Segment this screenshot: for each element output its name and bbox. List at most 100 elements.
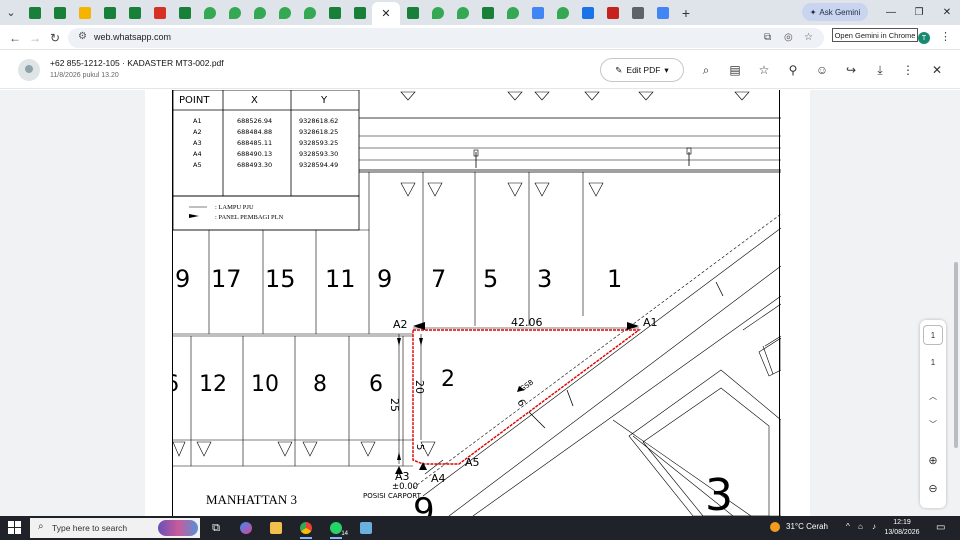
table-cell: 9328594.49 xyxy=(299,161,338,169)
weather-text[interactable]: 31°C Cerah xyxy=(786,522,828,531)
maps-icon xyxy=(203,6,216,19)
sheets-icon xyxy=(178,6,191,19)
browser-tab[interactable] xyxy=(425,2,450,24)
lot-number: 7 xyxy=(431,265,446,293)
table-header: Y xyxy=(320,95,328,106)
weather-icon[interactable] xyxy=(770,522,780,532)
omnibox[interactable]: ⚙ web.whatsapp.com ⧉ ◎ ☆ xyxy=(68,28,824,48)
url-text[interactable]: web.whatsapp.com xyxy=(94,32,171,42)
close-window-button[interactable]: ✕ xyxy=(932,0,960,25)
block-number: 3 xyxy=(705,470,733,516)
browser-tab[interactable] xyxy=(22,2,47,24)
browser-tab[interactable] xyxy=(172,2,197,24)
volume-icon[interactable]: ♪ xyxy=(872,522,876,531)
tab-search-chevron-icon[interactable]: ⌄ xyxy=(0,6,22,19)
browser-tab[interactable] xyxy=(600,2,625,24)
browser-tab[interactable] xyxy=(650,2,675,24)
vertical-scrollbar[interactable] xyxy=(954,262,958,448)
forward-share-icon[interactable]: ↪ xyxy=(843,62,859,78)
legend-lamp: : LAMPU PJU xyxy=(215,204,254,211)
point-a2: A2 xyxy=(393,318,408,331)
network-icon[interactable]: ⌂ xyxy=(858,522,863,531)
chrome-icon[interactable] xyxy=(296,519,316,539)
current-page-indicator[interactable]: 1 xyxy=(923,325,943,345)
chevron-down-icon[interactable]: ﹀ xyxy=(920,414,946,434)
sheets-icon xyxy=(128,6,141,19)
browser-tab[interactable] xyxy=(297,2,322,24)
browser-tab[interactable] xyxy=(500,2,525,24)
close-viewer-icon[interactable]: ✕ xyxy=(929,62,945,78)
app-icon[interactable] xyxy=(356,519,376,537)
browser-tab[interactable] xyxy=(625,2,650,24)
drive-icon xyxy=(78,6,91,19)
site-info-icon[interactable]: ⚙ xyxy=(78,31,87,42)
contact-avatar[interactable] xyxy=(18,59,40,81)
search-icon[interactable]: ⌕ xyxy=(698,62,714,78)
browser-tab[interactable] xyxy=(550,2,575,24)
star-icon[interactable]: ☆ xyxy=(756,62,772,78)
legend-panel: : PANEL PEMBAGI PLN xyxy=(215,214,284,221)
browser-tab[interactable] xyxy=(197,2,222,24)
ask-gemini-button[interactable]: ✦ Ask Gemini xyxy=(802,3,868,21)
point-a5: A5 xyxy=(465,456,480,469)
sheets-icon xyxy=(28,6,41,19)
browser-tab[interactable] xyxy=(450,2,475,24)
browser-tab[interactable] xyxy=(97,2,122,24)
pin-icon[interactable]: ⚲ xyxy=(785,62,801,78)
dim-left-outer: 25 xyxy=(388,398,401,412)
zoom-in-icon[interactable]: ⊕ xyxy=(920,450,946,470)
back-button[interactable]: ← xyxy=(6,29,24,47)
file-explorer-icon[interactable] xyxy=(266,519,286,537)
bookmark-star-icon[interactable]: ☆ xyxy=(804,32,813,43)
browser-tab[interactable] xyxy=(475,2,500,24)
tab-close-icon[interactable]: ✕ xyxy=(381,7,390,20)
browser-tab[interactable] xyxy=(222,2,247,24)
browser-tab[interactable] xyxy=(347,2,372,24)
dim-top: 42.06 xyxy=(511,316,543,329)
search-highlight-icon xyxy=(158,520,198,536)
taskbar-search[interactable]: ⌕ Type here to search xyxy=(30,518,200,538)
edit-pdf-button[interactable]: ✎ Edit PDF ▾ xyxy=(600,58,684,82)
table-cell: A3 xyxy=(193,139,202,147)
whatsapp-icon[interactable]: 14 xyxy=(326,519,348,539)
dim-bottom-small: 5 xyxy=(414,444,425,450)
clock-date: 13/08/2026 xyxy=(884,529,920,536)
browser-tab[interactable] xyxy=(247,2,272,24)
search-icon: ⌕ xyxy=(38,521,44,532)
zoom-out-icon[interactable]: ⊖ xyxy=(920,478,946,498)
building-icon xyxy=(581,6,594,19)
profile-avatar[interactable]: T xyxy=(918,32,930,44)
pdf-viewer: POINT X Y A1 688526.94 9328618.62 A2 688484.88 9… xyxy=(0,90,960,516)
install-app-icon[interactable]: ⧉ xyxy=(764,32,771,43)
copilot-icon[interactable] xyxy=(236,519,256,537)
more-options-icon[interactable]: ⋮ xyxy=(900,62,916,78)
start-button[interactable] xyxy=(8,521,22,535)
restore-button[interactable]: ❐ xyxy=(904,0,934,25)
browser-tab[interactable] xyxy=(47,2,72,24)
task-view-icon[interactable]: ⧉ xyxy=(206,519,226,537)
minimize-button[interactable]: — xyxy=(876,0,906,25)
home-icon xyxy=(606,6,619,19)
eye-off-icon[interactable]: ◎ xyxy=(784,32,793,43)
browser-tab[interactable] xyxy=(400,2,425,24)
browser-menu-icon[interactable]: ⋮ xyxy=(940,30,951,43)
browser-tab[interactable] xyxy=(322,2,347,24)
tray-chevron-icon[interactable]: ^ xyxy=(846,522,850,531)
lot-number: 17 xyxy=(211,265,242,293)
browser-tab[interactable] xyxy=(525,2,550,24)
forward-button[interactable]: → xyxy=(26,29,44,47)
browser-tab[interactable] xyxy=(72,2,97,24)
emoji-icon[interactable]: ☺ xyxy=(814,62,830,78)
new-tab-button[interactable]: + xyxy=(675,5,697,21)
browser-tab[interactable]: ✕ xyxy=(372,1,400,26)
browser-tab[interactable] xyxy=(122,2,147,24)
browser-tab[interactable] xyxy=(575,2,600,24)
download-icon[interactable]: ⤓ xyxy=(872,62,888,78)
notification-icon[interactable]: ▭ xyxy=(936,522,945,533)
system-clock[interactable]: 12:19 13/08/2026 xyxy=(882,518,922,538)
reload-button[interactable]: ↻ xyxy=(46,29,64,47)
chevron-up-icon[interactable]: ︿ xyxy=(920,386,946,406)
fit-page-icon[interactable]: ▤ xyxy=(727,62,743,78)
browser-tab[interactable] xyxy=(272,2,297,24)
browser-tab[interactable] xyxy=(147,2,172,24)
